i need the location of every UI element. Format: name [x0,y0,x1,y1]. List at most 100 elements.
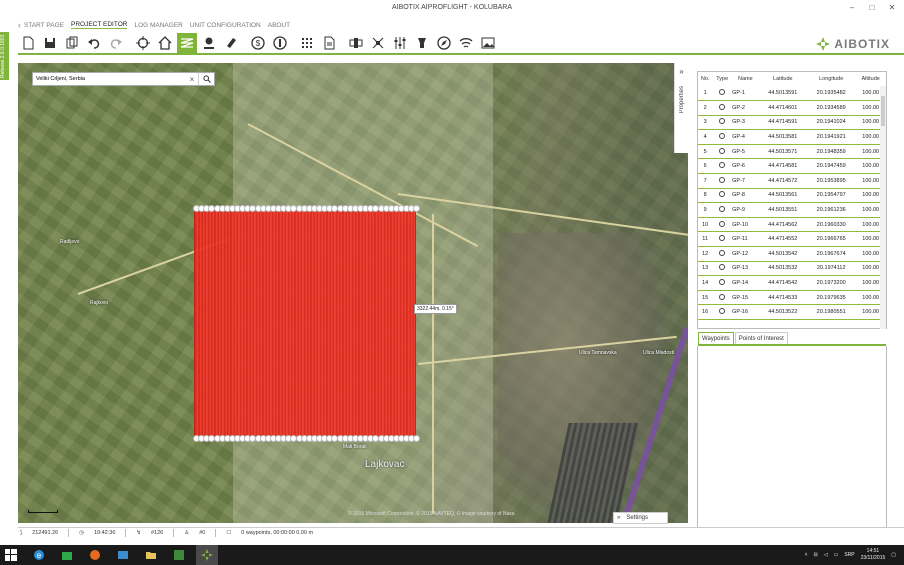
undo-button[interactable] [84,33,104,53]
cell-type [712,304,733,320]
redo-button[interactable] [106,33,126,53]
cell-type [712,115,733,131]
table-row[interactable]: 10 GP-10 44.4714562 20.1960330 100.00 [698,217,886,233]
nav-project-editor[interactable]: PROJECT EDITOR [70,21,128,29]
chevron-up-icon[interactable]: ˄ [805,552,808,558]
taskbar-clock[interactable]: 14:51 23/11/2015 [861,548,886,562]
table-row[interactable]: 6 GP-6 44.4714581 20.1947459 100.00 [698,158,886,175]
search-button[interactable] [198,73,214,85]
nav-unit-configuration[interactable]: UNIT CONFIGURATION [190,22,261,29]
double-chevron-right-icon[interactable]: » [675,67,688,76]
settings-tab[interactable]: » Settings [613,512,668,524]
flight-area-polygon[interactable] [194,209,416,439]
network-icon[interactable]: ⊟ [814,552,818,558]
back-chevron-left-icon[interactable]: ‹ [18,20,21,30]
table-row[interactable]: 15 GP-15 44.4714533 20.1979635 100.00 [698,290,886,306]
table-row[interactable]: 11 GP-11 44.4714552 20.1966765 100.00 [698,231,886,248]
volume-icon[interactable]: ◁ [824,552,828,558]
cell-name: GP-11 [732,231,759,248]
taskbar-photos[interactable] [112,545,134,565]
table-row[interactable]: 5 GP-5 44.5013571 20.1948359 100.00 [698,144,886,160]
table-row[interactable]: 14 GP-14 44.4714542 20.1973200 100.00 [698,275,886,291]
cell-latitude: 44.4714581 [758,158,807,175]
taskbar-ie[interactable]: e [28,545,50,565]
table-row[interactable]: 12 GP-12 44.5013542 20.1967674 100.00 [698,246,886,262]
home-button[interactable] [155,33,175,53]
brand-logo: AIBOTIX [815,36,890,52]
taskbar-firefox[interactable] [84,545,106,565]
taskbar-excel[interactable] [168,545,190,565]
column-header-latitude[interactable]: Latitude [759,72,807,86]
city-label: Lajkovac [365,459,405,470]
camera-mount-button[interactable] [346,33,366,53]
search-input[interactable] [33,73,186,85]
clock-time: 14:51 [866,548,880,554]
export-button[interactable] [62,33,82,53]
cell-latitude: 44.5013522 [758,304,807,320]
sliders-button[interactable] [390,33,410,53]
center-map-button[interactable] [133,33,153,53]
person-icon: ♙ [184,530,190,536]
cell-name: GP-4 [732,129,759,145]
cost-button[interactable]: $ [248,33,268,53]
taskbar-file-explorer[interactable] [140,545,162,565]
energy-button[interactable] [270,33,290,53]
notifications-icon[interactable]: ▢ [891,552,896,558]
column-header-type[interactable]: Type [712,72,732,86]
flight-area-tool-button[interactable] [177,33,197,53]
brand-logo-text: AIBOTIX [834,37,890,51]
status-people: #0 [199,530,206,536]
table-row[interactable]: 13 GP-13 44.5013532 20.1974112 100.00 [698,261,886,277]
table-row[interactable]: 8 GP-8 44.5013561 20.1954797 100.00 [698,188,886,204]
table-row[interactable]: 4 GP-4 44.5013581 20.1941921 100.00 [698,129,886,145]
waypoint-tool-button[interactable] [199,33,219,53]
column-header-no[interactable]: No. [698,72,712,86]
table-row[interactable]: 7 GP-7 44.4714572 20.1953895 100.00 [698,173,886,189]
compass-button[interactable] [434,33,454,53]
map-scale-bar [28,510,58,513]
cell-name: GP-9 [732,202,759,218]
table-row[interactable]: 2 GP-2 44.4714601 20.1934589 100.00 [698,100,886,116]
close-icon[interactable]: × [186,75,198,84]
nav-start-page[interactable]: START PAGE [24,22,64,29]
battery-icon[interactable]: ▭ [834,552,839,558]
close-button[interactable]: ✕ [882,0,902,16]
clear-tool-button[interactable] [221,33,241,53]
properties-tab[interactable]: Properties [679,86,685,113]
table-row[interactable]: 16 GP-16 44.5013522 20.1980551 100.00 [698,304,886,320]
column-header-altitude[interactable]: Altitude [855,72,886,86]
cell-latitude: 44.4714533 [758,290,807,306]
table-row[interactable]: 9 GP-9 44.5013551 20.1961236 100.00 [698,202,886,218]
waypoint-marker-row-top[interactable] [193,205,421,213]
cell-longitude: 20.1979635 [807,290,856,306]
grid-button[interactable] [297,33,317,53]
report-button[interactable] [319,33,339,53]
dimension-label: 3322.44m, 0.15° [414,304,457,314]
start-button[interactable] [0,545,22,565]
tab-waypoints[interactable]: Waypoints [698,332,734,344]
image-button[interactable] [478,33,498,53]
nav-about[interactable]: ABOUT [268,22,290,29]
nav-log-manager[interactable]: LOG MANAGER [134,22,182,29]
taskbar-store[interactable] [56,545,78,565]
light-button[interactable] [412,33,432,53]
language-indicator[interactable]: SRP [844,552,854,558]
maximize-button[interactable]: □ [862,0,882,16]
new-project-button[interactable] [18,33,38,53]
table-scrollbar[interactable] [880,86,886,329]
signal-button[interactable] [456,33,476,53]
drone-button[interactable] [368,33,388,53]
column-header-longitude[interactable]: Longitude [807,72,855,86]
cell-type [712,144,733,160]
cell-type [712,158,733,175]
table-row[interactable]: 1 GP-1 44.5013591 20.1935482 100.00 [698,86,886,102]
minimize-button[interactable]: – [842,0,862,16]
taskbar-aiproflight[interactable] [196,545,218,565]
waypoint-marker-row-bottom[interactable] [193,435,421,443]
column-header-name[interactable]: Name [732,72,758,86]
cell-no: 14 [698,275,713,291]
save-button[interactable] [40,33,60,53]
tab-points-of-interest[interactable]: Points of Interest [734,332,788,344]
table-row[interactable]: 3 GP-3 44.4714591 20.1941024 100.00 [698,115,886,131]
waypoint-panel: No. Type Name Latitude Longitude Altitud… [697,71,887,329]
